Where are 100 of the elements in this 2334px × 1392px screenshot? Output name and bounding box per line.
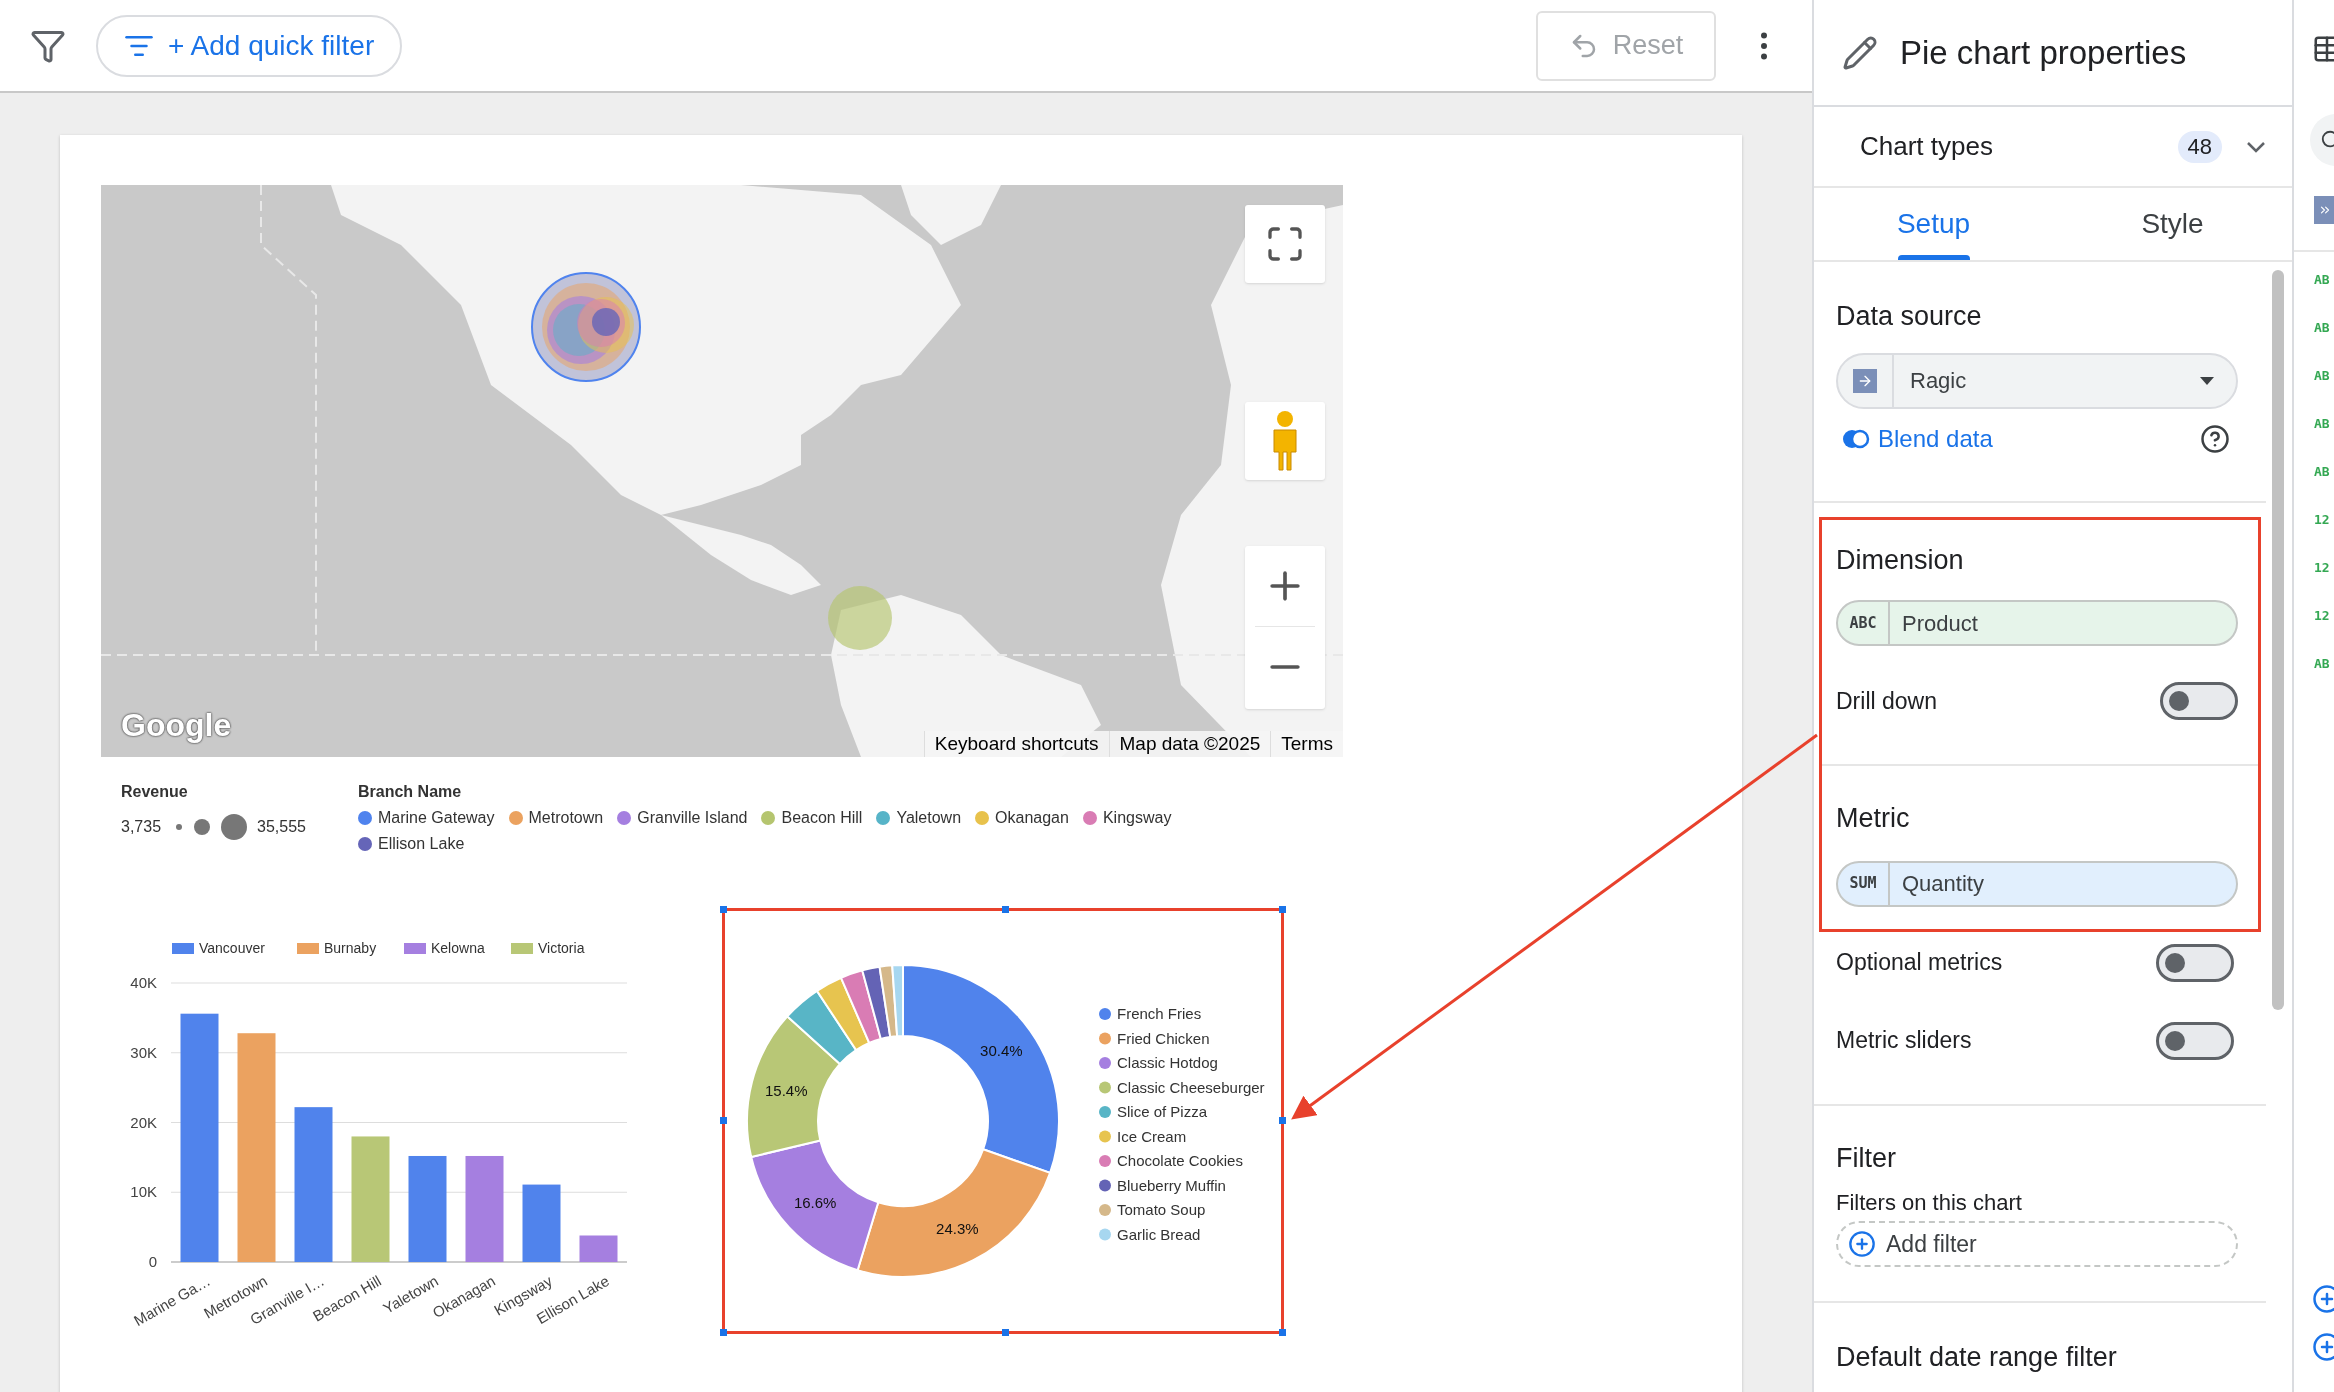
legend-label: Fried Chicken <box>1117 1029 1210 1047</box>
legend-item: Tomato Soup <box>1099 1201 1206 1218</box>
metric-field-chip[interactable]: SUM Quantity <box>1836 860 2238 907</box>
toggle-switch[interactable] <box>2156 1021 2234 1060</box>
toggle-label: Optional metrics <box>1836 948 2003 978</box>
resize-handle[interactable] <box>1002 1329 1009 1336</box>
legend-label: Garlic Bread <box>1117 1225 1201 1243</box>
tab[interactable]: Style <box>2053 188 2292 260</box>
axis-tick-label: 20K <box>130 1113 157 1131</box>
legend-label: Slice of Pizza <box>1117 1103 1208 1120</box>
blend-data-link[interactable]: Blend data <box>1878 420 1993 457</box>
fullscreen-button[interactable] <box>1245 205 1325 283</box>
legend-item: Classic Hotdog <box>1099 1054 1218 1071</box>
dimension-field-chip[interactable]: ABC Product <box>1836 600 2238 646</box>
legend-label: Kelowna <box>431 940 485 956</box>
panel-title: Pie chart properties <box>1900 32 2187 73</box>
section-heading: Data source <box>1836 300 1983 333</box>
section-subheading: Filters on this chart <box>1836 1189 2023 1217</box>
slice-label: 16.6% <box>793 1194 837 1212</box>
legend-item: Slice of Pizza <box>1099 1103 1208 1120</box>
help-icon[interactable] <box>2200 423 2230 454</box>
legend-label: Victoria <box>538 940 585 956</box>
resize-handle[interactable] <box>720 1329 727 1336</box>
caret-icon <box>2200 376 2214 385</box>
overlapping-circles-icon <box>1842 428 1870 449</box>
legend-item: Fried Chicken <box>1099 1029 1210 1047</box>
donut-chart[interactable]: 30.4% 24.3% 16.6% 15.4% French Fries Fried Chicken Classic Hotdog Classic Cheeseburger Slice of Pizza Ice Cream Chocolate Cookies Blueberry Muffin Tomato Soup Garlic Bread <box>722 908 1284 1334</box>
field-type-icon: AB <box>2294 414 2334 434</box>
table-icon[interactable] <box>2312 34 2334 64</box>
slice-label: 15.4% <box>765 1082 808 1100</box>
legend-label: Ice Cream <box>1117 1127 1187 1145</box>
legend-item: Burnaby <box>297 940 377 956</box>
map-attribution-link[interactable]: Keyboard shortcuts <box>923 731 1109 757</box>
legend-title: Revenue <box>121 782 189 802</box>
legend-label: Ellison Lake <box>378 834 465 854</box>
field-type-icon: 12 <box>2294 606 2334 626</box>
toggle-switch[interactable] <box>2156 943 2234 982</box>
legend-item: Chocolate Cookies <box>1099 1152 1243 1169</box>
legend-item: Ice Cream <box>1099 1127 1187 1145</box>
section-heading: Dimension <box>1836 543 1965 577</box>
chart-types-row[interactable]: Chart types 48 <box>1814 107 2292 188</box>
legend-label: Beacon Hill <box>781 808 863 828</box>
map-attribution-link[interactable]: Terms <box>1270 731 1343 757</box>
legend-item: Vancouver <box>172 940 265 956</box>
map-attribution-link[interactable]: Map data ©2025 <box>1108 731 1271 757</box>
resize-handle[interactable] <box>1279 906 1286 913</box>
plus-circle-icon <box>1848 1230 1876 1258</box>
axis-tick-label: 0 <box>148 1253 157 1270</box>
bar <box>579 1235 618 1262</box>
resize-handle[interactable] <box>1002 906 1009 913</box>
section-heading: Filter <box>1836 1141 1897 1175</box>
slice-label: 30.4% <box>980 1042 1023 1060</box>
legend-min-value: 3,735 <box>121 817 162 837</box>
axis-tick-label: 30K <box>130 1043 157 1061</box>
legend-item: Blueberry Muffin <box>1099 1176 1226 1194</box>
resize-handle[interactable] <box>720 1117 727 1124</box>
legend-label: Classic Hotdog <box>1117 1054 1218 1071</box>
connector-icon <box>1853 368 1877 393</box>
fullscreen-icon <box>1265 224 1305 264</box>
legend-label: Yaletown <box>896 808 962 828</box>
legend-label: Metrotown <box>528 808 604 828</box>
legend-label: French Fries <box>1117 1005 1202 1022</box>
field-type-icon: 12 <box>2294 558 2334 578</box>
toggle-label: Metric sliders <box>1836 1026 1972 1056</box>
chevron-down-icon[interactable] <box>2246 140 2266 153</box>
field-type-icon: 12 <box>2294 510 2334 530</box>
map-logo: Google <box>121 706 232 745</box>
resize-handle[interactable] <box>1279 1117 1286 1124</box>
data-source-dropdown[interactable]: Ragic <box>1836 352 2238 409</box>
field-type-icon: AB <box>2294 462 2334 482</box>
legend-label: Marine Gateway <box>378 808 495 828</box>
slice-label: 24.3% <box>936 1219 979 1237</box>
legend-item: Classic Cheeseburger <box>1099 1078 1265 1096</box>
axis-tick-label: 10K <box>130 1183 157 1201</box>
legend-label: Granville Island <box>637 808 748 828</box>
drill-down-toggle[interactable] <box>2160 682 2238 720</box>
field-type-icon: AB <box>2294 318 2334 338</box>
count-badge: 48 <box>2177 130 2222 163</box>
axis-tick-label: 40K <box>130 974 157 991</box>
toggle-label: Drill down <box>1836 686 1937 716</box>
field-type-icon: AB <box>2294 366 2334 386</box>
resize-handle[interactable] <box>720 906 727 913</box>
legend-item: Victoria <box>511 940 585 956</box>
scrollbar[interactable] <box>2272 270 2284 1010</box>
legend-label: Burnaby <box>324 940 377 956</box>
add-filter-button[interactable]: Add filter <box>1836 1221 2238 1267</box>
section-heading: Metric <box>1836 802 1911 835</box>
tab[interactable]: Setup <box>1814 188 2053 260</box>
pencil-icon <box>1842 34 1878 71</box>
add-quick-filter-button[interactable]: + Add quick filter <box>96 14 403 77</box>
legend-label: Vancouver <box>199 940 266 956</box>
resize-handle[interactable] <box>1279 1329 1286 1336</box>
legend-item: French Fries <box>1099 1005 1202 1022</box>
legend-title: Branch Name <box>358 782 463 802</box>
field-type-icon: AB <box>2294 654 2334 674</box>
legend-item: Kelowna <box>404 940 485 956</box>
legend-max-value: 35,555 <box>257 817 306 837</box>
legend-label: Okanagan <box>995 808 1069 828</box>
section-heading: Default date range filter <box>1836 1341 2118 1374</box>
field-type-icon: AB <box>2294 270 2334 290</box>
